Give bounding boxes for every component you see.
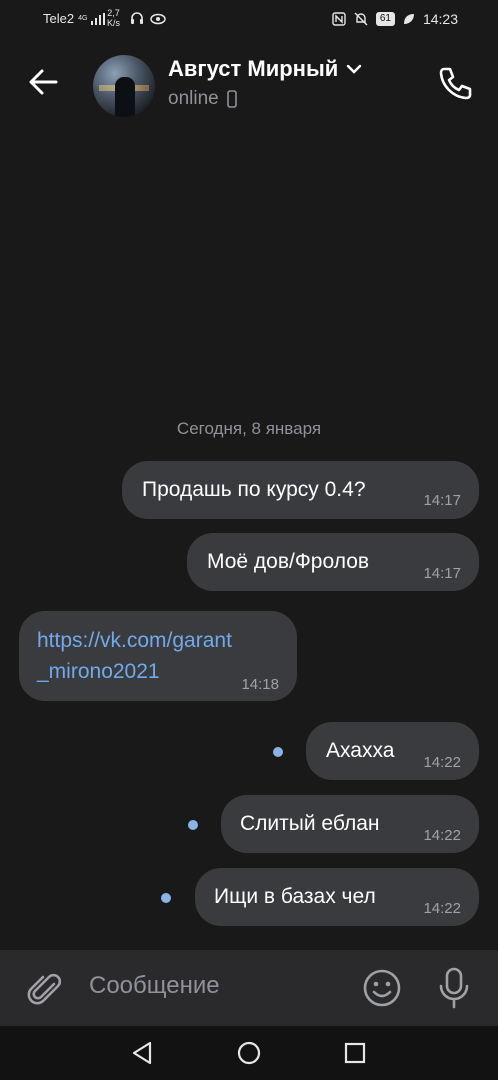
message-text: Продашь по курсу 0.4? xyxy=(142,478,366,501)
eye-icon xyxy=(150,13,166,25)
avatar[interactable] xyxy=(93,55,155,117)
message-link[interactable]: https://vk.com/garant _mirono2021 xyxy=(37,625,232,687)
speed-value: 2,7 xyxy=(107,8,120,18)
headset-icon xyxy=(131,12,143,24)
message-text: Слитый еблан xyxy=(240,812,380,835)
message-time: 14:22 xyxy=(423,827,461,844)
unread-indicator xyxy=(161,893,171,903)
presence-row: online xyxy=(168,88,237,110)
status-icons-left xyxy=(130,11,166,25)
emoji-icon[interactable] xyxy=(362,968,402,1008)
message-bubble-outgoing[interactable]: Моё дов/Фролов 14:17 xyxy=(187,533,479,591)
nav-recents-icon[interactable] xyxy=(344,1042,366,1064)
network-speed: 2,7 K/s xyxy=(107,8,120,28)
message-text: Ахахха xyxy=(326,739,395,762)
link-line-2: _mirono2021 xyxy=(37,660,160,683)
link-line-1: https://vk.com/garant xyxy=(37,629,232,652)
presence-status: online xyxy=(168,88,219,109)
speed-unit: K/s xyxy=(107,18,121,28)
message-time: 14:17 xyxy=(423,492,461,509)
chat-header: Август Мирный online xyxy=(0,38,498,133)
message-bubble-incoming[interactable]: https://vk.com/garant _mirono2021 14:18 xyxy=(19,611,297,701)
message-bubble-outgoing[interactable]: Слитый еблан 14:22 xyxy=(221,795,479,853)
message-bubble-outgoing[interactable]: Ищи в базах чел 14:22 xyxy=(195,868,479,926)
unread-indicator xyxy=(188,820,198,830)
microphone-icon[interactable] xyxy=(436,966,472,1010)
phone-call-icon[interactable] xyxy=(436,64,474,102)
mute-bell-icon xyxy=(354,12,368,26)
battery-icon: 61 xyxy=(375,12,395,26)
nfc-icon xyxy=(332,12,346,26)
system-navigation-bar xyxy=(0,1026,498,1080)
carrier-label: Tele2 xyxy=(43,11,75,26)
message-input[interactable]: Сообщение xyxy=(89,972,220,1000)
carrier-group: Tele2 4G xyxy=(43,11,106,26)
unread-indicator xyxy=(273,747,283,757)
network-type: 4G xyxy=(78,15,88,22)
message-time: 14:22 xyxy=(423,754,461,771)
message-time: 14:18 xyxy=(241,676,279,693)
message-composer: Сообщение xyxy=(0,950,498,1026)
date-separator: Сегодня, 8 января xyxy=(176,419,322,438)
back-arrow-icon[interactable] xyxy=(24,62,64,102)
message-bubble-outgoing[interactable]: Продашь по курсу 0.4? 14:17 xyxy=(122,461,479,519)
chevron-down-icon xyxy=(347,64,362,74)
mobile-device-icon xyxy=(226,90,237,108)
leaf-icon xyxy=(403,14,414,24)
message-text: Моё дов/Фролов xyxy=(207,550,370,573)
contact-name: Август Мирный xyxy=(168,56,339,81)
message-time: 14:22 xyxy=(423,900,461,917)
nav-back-icon[interactable] xyxy=(130,1040,154,1066)
message-text: Ищи в базах чел xyxy=(214,885,376,908)
contact-name-row[interactable]: Август Мирный xyxy=(168,56,362,82)
signal-icon xyxy=(91,12,106,25)
clock: 14:23 xyxy=(422,11,458,27)
status-bar: Tele2 4G 2,7 K/s 61 14:23 xyxy=(0,0,498,38)
message-time: 14:17 xyxy=(423,565,461,582)
nav-home-icon[interactable] xyxy=(237,1041,261,1065)
message-bubble-outgoing[interactable]: Ахахха 14:22 xyxy=(306,722,479,780)
paperclip-icon[interactable] xyxy=(24,968,64,1008)
status-icons-right: 61 14:23 xyxy=(332,11,458,27)
